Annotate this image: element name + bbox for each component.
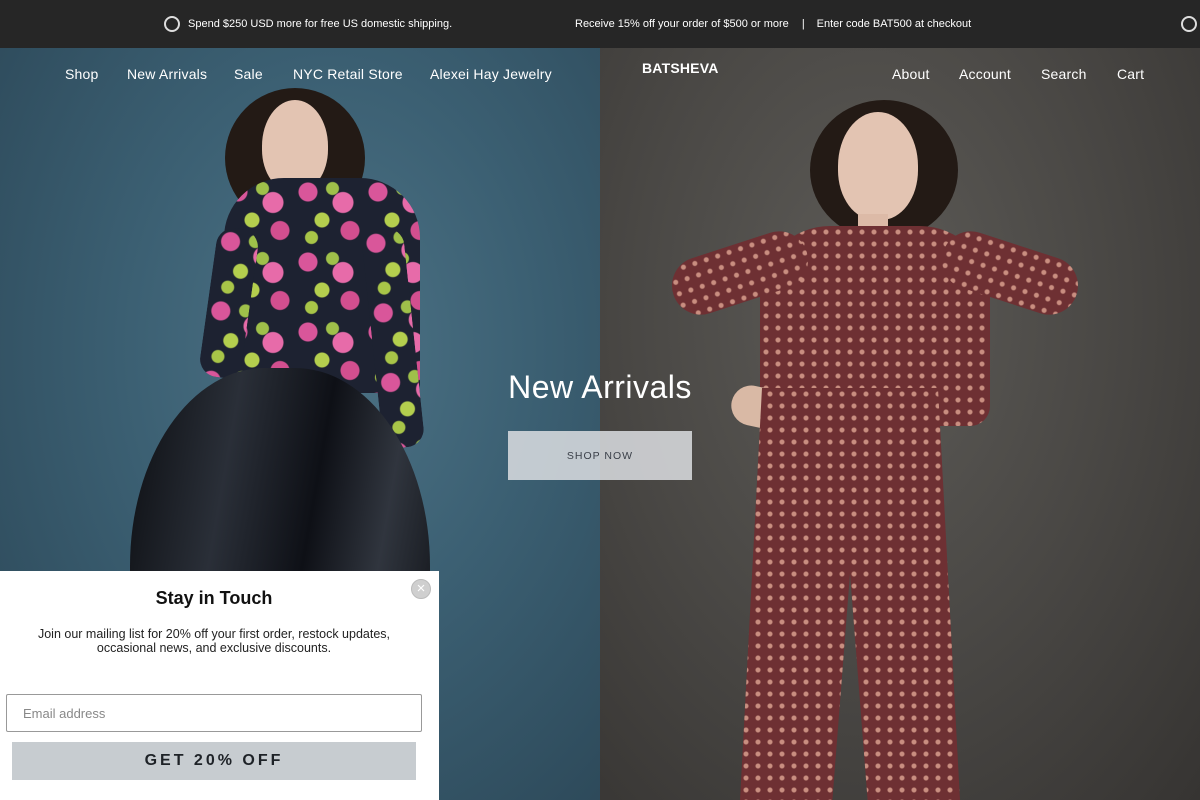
announcement-separator: | (801, 18, 805, 30)
nav-alexei-hay-jewelry[interactable]: Alexei Hay Jewelry (430, 66, 552, 82)
announcement-code-text: Enter code BAT500 at checkout (816, 18, 972, 30)
circle-outline-icon[interactable] (164, 16, 180, 32)
get-discount-button[interactable]: GET 20% OFF (12, 742, 416, 780)
nav-cart[interactable]: Cart (1117, 66, 1144, 82)
nav-shop[interactable]: Shop (65, 66, 99, 82)
email-input[interactable] (6, 694, 422, 732)
nav-search[interactable]: Search (1041, 66, 1087, 82)
hero-title: New Arrivals (508, 369, 692, 405)
nav-account[interactable]: Account (959, 66, 1011, 82)
announcement-shipping: Spend $250 USD more for free US domestic… (164, 0, 452, 48)
close-icon[interactable]: × (411, 579, 431, 599)
popup-description: Join our mailing list for 20% off your f… (37, 627, 390, 655)
announcement-bar: Spend $250 USD more for free US domestic… (0, 0, 1200, 48)
announcement-discount: Receive 15% off your order of $500 or mo… (575, 0, 971, 48)
brand-logo[interactable]: BATSHEVA (642, 60, 719, 76)
nav-about[interactable]: About (892, 66, 930, 82)
announcement-discount-text: Receive 15% off your order of $500 or mo… (575, 18, 789, 30)
announcement-shipping-text: Spend $250 USD more for free US domestic… (188, 18, 453, 30)
popup-title: Stay in Touch (155, 588, 273, 608)
newsletter-popup: Stay in Touch Join our mailing list for … (0, 571, 439, 800)
nav-sale[interactable]: Sale (234, 66, 263, 82)
shop-now-button[interactable]: SHOP NOW (508, 431, 692, 480)
nav-new-arrivals[interactable]: New Arrivals (127, 66, 207, 82)
announcement-next (1181, 0, 1197, 48)
nav-nyc-retail-store[interactable]: NYC Retail Store (293, 66, 403, 82)
hero-image-right (600, 48, 1200, 800)
circle-outline-icon[interactable] (1181, 16, 1197, 32)
